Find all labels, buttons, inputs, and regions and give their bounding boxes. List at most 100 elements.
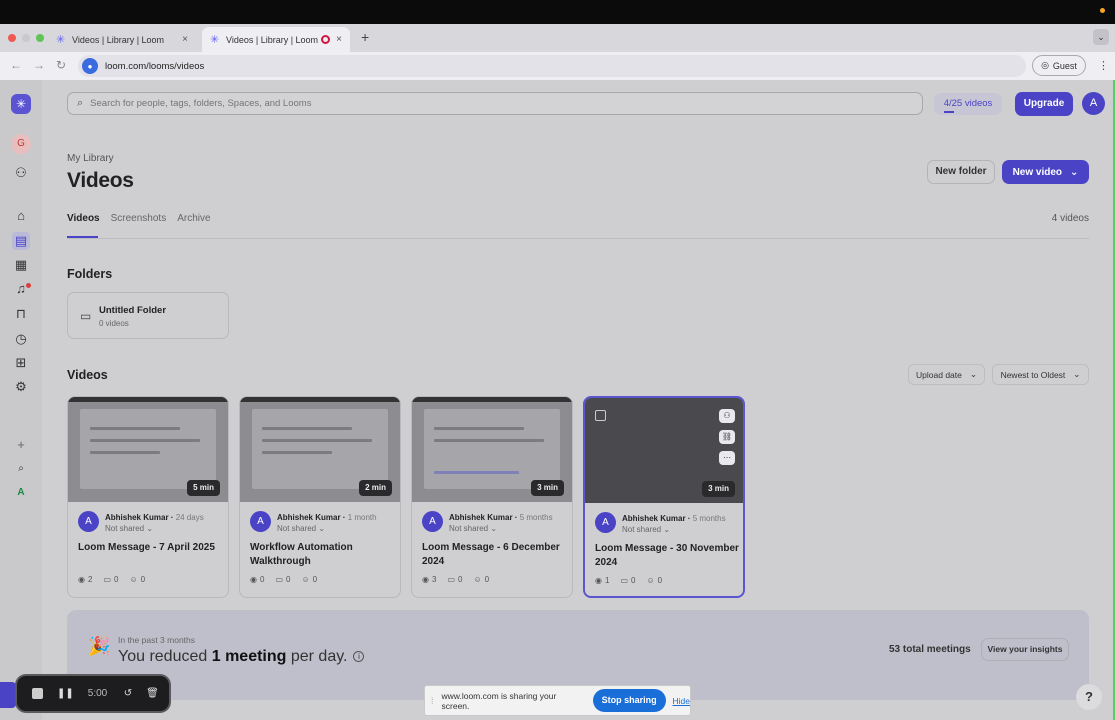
search-icon[interactable]: ⌕ bbox=[12, 460, 30, 478]
close-tab-icon[interactable]: × bbox=[182, 34, 188, 45]
video-thumbnail[interactable]: 3 min bbox=[412, 397, 572, 502]
sharing-dropdown[interactable]: Not shared ⌄ bbox=[105, 524, 153, 533]
insights-period: In the past 3 months bbox=[118, 635, 196, 645]
microphone-icon[interactable]: ● bbox=[82, 58, 98, 74]
video-card-hovered[interactable]: ⚇ ⛓ ⋯ 3 min A Abhishek Kumar · 5 months … bbox=[583, 396, 745, 598]
comment-icon: ▭ bbox=[620, 576, 628, 585]
sort-field-label: Upload date bbox=[916, 369, 962, 380]
view-insights-button[interactable]: View your insights bbox=[981, 638, 1069, 661]
sort-order-dropdown[interactable]: Newest to Oldest ⌄ bbox=[992, 364, 1089, 385]
thumbnail-line bbox=[434, 471, 519, 474]
new-folder-button[interactable]: New folder bbox=[927, 160, 995, 184]
minimize-window-button[interactable] bbox=[22, 34, 30, 42]
library-icon[interactable]: ▤ bbox=[12, 232, 30, 250]
recording-indicator-icon bbox=[1100, 8, 1105, 13]
chevron-down-icon: ⌄ bbox=[969, 369, 977, 379]
sharing-label: Not shared bbox=[105, 524, 145, 533]
more-options-icon[interactable]: ⋯ bbox=[719, 451, 735, 465]
upgrade-button[interactable]: Upgrade bbox=[1015, 92, 1073, 116]
sharing-dropdown[interactable]: Not shared ⌄ bbox=[622, 525, 670, 534]
tab-search-button[interactable]: ⌄ bbox=[1093, 29, 1109, 45]
profile-label: Guest bbox=[1052, 60, 1077, 71]
browser-tab-2[interactable]: ✳ Videos | Library | Loom × bbox=[202, 27, 350, 52]
duration-badge: 2 min bbox=[359, 480, 392, 496]
delete-icon[interactable]: 🗑 bbox=[146, 688, 159, 699]
profile-icon: ◎ bbox=[1041, 60, 1049, 70]
recording-tab-icon bbox=[321, 35, 330, 44]
forward-icon[interactable]: → bbox=[33, 58, 45, 72]
breadcrumb[interactable]: My Library bbox=[67, 153, 114, 164]
close-window-button[interactable] bbox=[8, 34, 16, 42]
restart-icon[interactable]: ↺ bbox=[124, 688, 132, 699]
search-bar[interactable]: ⌕ bbox=[67, 92, 923, 115]
profile-button[interactable]: ◎ Guest bbox=[1032, 55, 1086, 76]
share-icon[interactable]: ⚇ bbox=[719, 409, 735, 423]
video-title[interactable]: Loom Message - 7 April 2025 bbox=[78, 541, 223, 555]
stop-recording-button[interactable] bbox=[32, 688, 43, 699]
sharing-dropdown[interactable]: Not shared ⌄ bbox=[277, 524, 325, 533]
new-video-button[interactable]: New video ⌄ bbox=[1002, 160, 1089, 184]
total-meetings: 53 total meetings bbox=[889, 644, 971, 655]
chevron-down-icon: ⌄ bbox=[490, 524, 498, 533]
history-icon[interactable]: ◷ bbox=[12, 330, 30, 348]
folder-card[interactable]: ▭ Untitled Folder 0 videos bbox=[67, 292, 229, 339]
video-card[interactable]: 3 min A Abhishek Kumar · 5 months Not sh… bbox=[411, 396, 573, 598]
upload-age: 1 month bbox=[347, 513, 377, 522]
video-thumbnail[interactable]: ⚇ ⛓ ⋯ 3 min bbox=[585, 398, 743, 503]
video-thumbnail[interactable]: 2 min bbox=[240, 397, 400, 502]
tab-screenshots[interactable]: Screenshots bbox=[111, 213, 167, 224]
chevron-down-icon: ⌄ bbox=[1073, 369, 1081, 379]
invite-user-icon[interactable]: ⚇ bbox=[12, 164, 30, 182]
tab-archive[interactable]: Archive bbox=[177, 213, 210, 224]
avatar: A bbox=[78, 511, 99, 532]
upload-age: 5 months bbox=[519, 513, 553, 522]
videos-heading: Videos bbox=[67, 368, 108, 382]
user-avatar-small[interactable]: A bbox=[13, 485, 29, 501]
comment-icon: ▭ bbox=[447, 575, 455, 584]
new-tab-button[interactable]: + bbox=[361, 29, 369, 45]
copy-link-icon[interactable]: ⛓ bbox=[719, 430, 735, 444]
sort-order-label: Newest to Oldest bbox=[1000, 369, 1066, 380]
video-card[interactable]: 5 min A Abhishek Kumar · 24 days Not sha… bbox=[67, 396, 229, 598]
author-name: Abhishek Kumar bbox=[105, 513, 169, 522]
drag-handle-icon[interactable]: ⁞ bbox=[431, 696, 434, 706]
help-button[interactable]: ? bbox=[1076, 684, 1102, 710]
maximize-window-button[interactable] bbox=[36, 34, 44, 42]
info-icon[interactable]: i bbox=[353, 651, 365, 663]
sort-field-dropdown[interactable]: Upload date ⌄ bbox=[908, 364, 985, 385]
avatar[interactable]: A bbox=[1082, 92, 1105, 115]
sharing-dropdown[interactable]: Not shared ⌄ bbox=[449, 524, 497, 533]
video-stats: ◉ 0 ▭ 0 ☺ 0 bbox=[250, 575, 317, 584]
tab-videos[interactable]: Videos bbox=[67, 213, 100, 224]
url-field[interactable]: ● loom.com/looms/videos bbox=[78, 55, 1026, 77]
settings-icon[interactable]: ⚙ bbox=[12, 378, 30, 396]
views-count: 3 bbox=[431, 575, 437, 584]
back-icon[interactable]: ← bbox=[10, 58, 22, 72]
bookmark-icon[interactable]: ⊓ bbox=[12, 305, 30, 323]
comments-stat: ▭ 0 bbox=[447, 575, 462, 584]
calendar-icon[interactable]: ▦ bbox=[12, 256, 30, 274]
home-icon[interactable]: ⌂ bbox=[12, 207, 30, 225]
search-input[interactable] bbox=[90, 98, 791, 109]
close-tab-icon[interactable]: × bbox=[336, 34, 342, 45]
loom-logo-icon[interactable]: ✳ bbox=[11, 94, 31, 114]
video-card[interactable]: 2 min A Abhishek Kumar · 1 month Not sha… bbox=[239, 396, 401, 598]
add-icon[interactable]: + bbox=[12, 436, 30, 454]
sidebar-collapse-tab[interactable] bbox=[0, 682, 16, 708]
workspace-avatar[interactable]: G bbox=[11, 134, 31, 154]
select-checkbox[interactable] bbox=[595, 410, 606, 421]
pause-icon[interactable]: ❚❚ bbox=[57, 688, 74, 699]
video-thumbnail[interactable]: 5 min bbox=[68, 397, 228, 502]
stop-sharing-button[interactable]: Stop sharing bbox=[592, 689, 666, 712]
browser-tab-1[interactable]: ✳ Videos | Library | Loom × bbox=[48, 27, 196, 52]
author-name: Abhishek Kumar bbox=[449, 513, 513, 522]
reload-icon[interactable]: ↻ bbox=[56, 58, 66, 72]
video-title[interactable]: Workflow Automation Walkthrough bbox=[250, 541, 395, 569]
hide-link[interactable]: Hide bbox=[673, 696, 690, 706]
url-text: loom.com/looms/videos bbox=[105, 60, 205, 72]
gift-icon[interactable]: ⊞ bbox=[12, 354, 30, 372]
browser-menu-icon[interactable]: ⋮ bbox=[1098, 59, 1109, 72]
sharing-label: Not shared bbox=[622, 525, 662, 534]
video-title[interactable]: Loom Message - 30 November 2024 bbox=[595, 542, 740, 570]
video-title[interactable]: Loom Message - 6 December 2024 bbox=[422, 541, 567, 569]
